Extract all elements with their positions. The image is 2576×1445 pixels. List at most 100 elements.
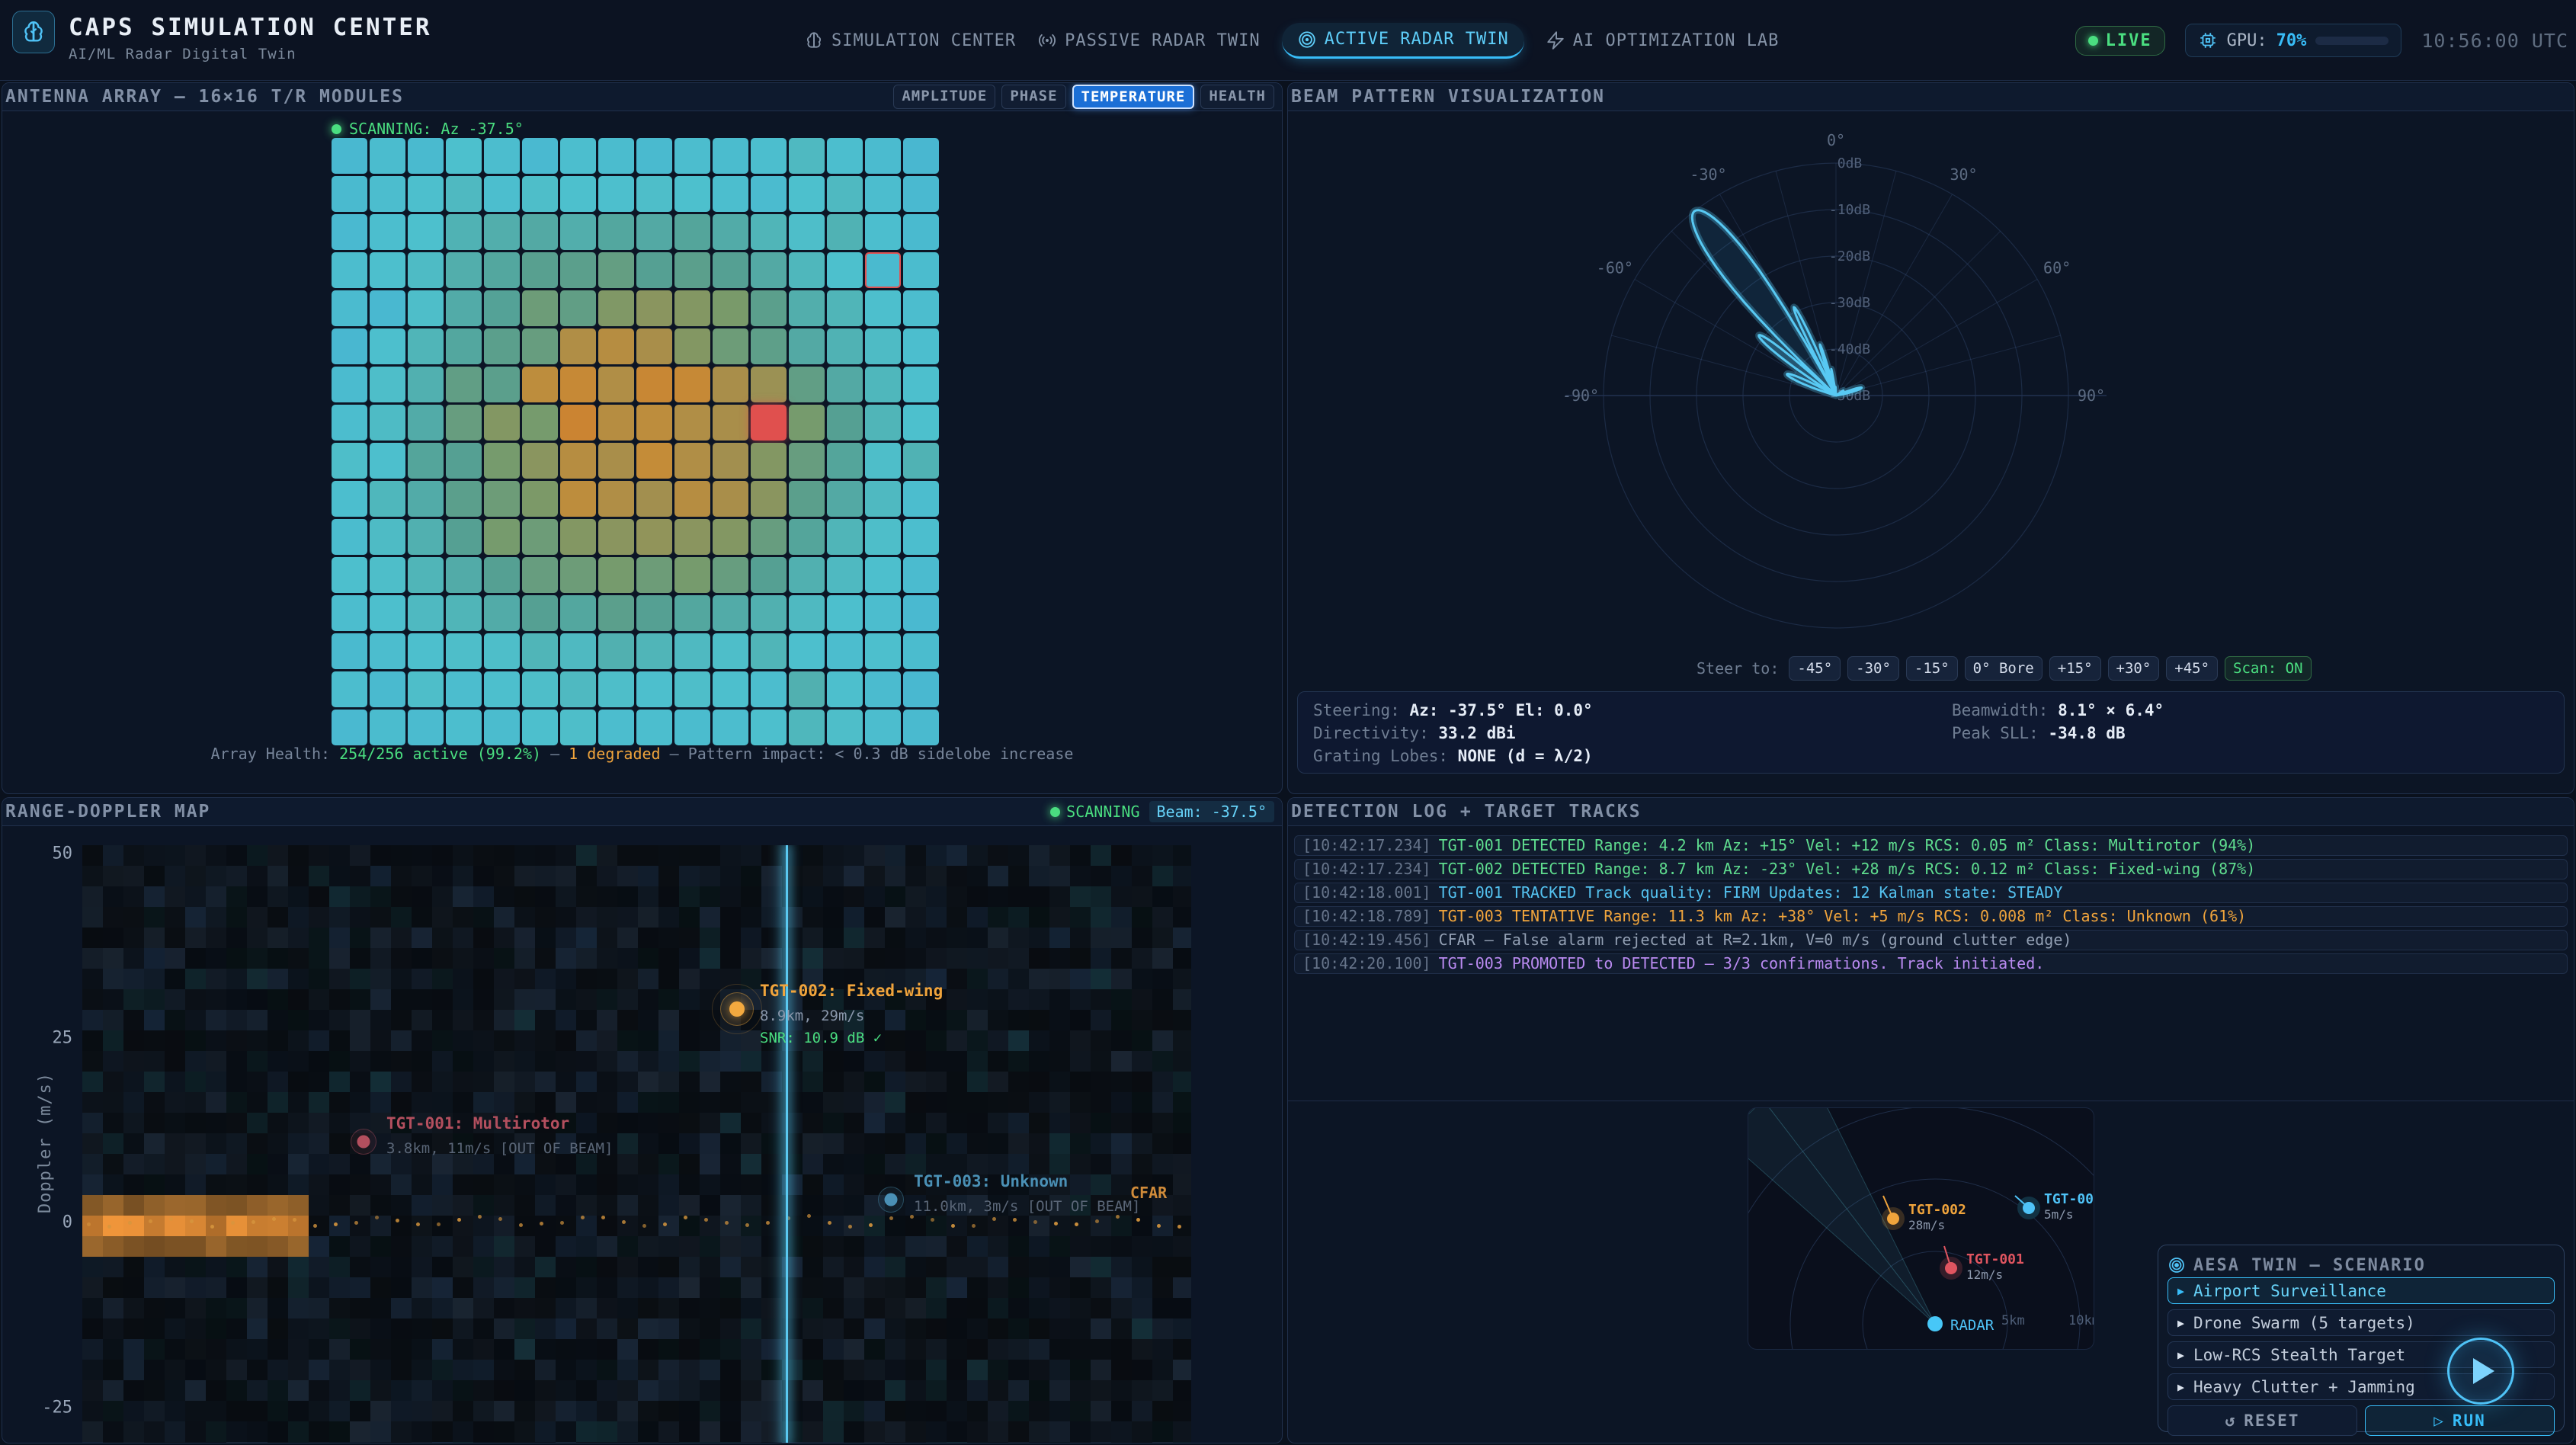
tr-module-cell [446,252,482,288]
rd-noise-cell [473,1401,494,1421]
rd-noise-cell [370,1401,391,1421]
cfar-threshold-dot [1013,1218,1017,1222]
brain-icon [804,30,824,50]
rd-noise-cell [1029,886,1049,907]
rd-noise-cell [617,928,638,948]
rd-noise-cell [1049,1010,1070,1030]
play-button[interactable] [2447,1338,2514,1405]
rd-noise-cell [226,1421,247,1442]
rd-noise-cell [576,1277,597,1298]
rd-noise-cell [1008,1133,1029,1154]
rd-noise-cell [123,1195,144,1216]
tr-module-cell [713,328,748,364]
rd-noise-cell [741,1072,761,1092]
tr-module-cell [484,290,520,326]
rd-noise-cell [1111,886,1132,907]
rd-noise-cell [1152,1298,1173,1318]
tr-module-cell [446,481,482,517]
rd-noise-cell [658,1133,679,1154]
rd-noise-cell [1111,1072,1132,1092]
cfar-threshold-dot [87,1222,91,1226]
rd-noise-cell [864,1360,885,1380]
tab-temperature[interactable]: TEMPERATURE [1072,85,1195,109]
scenario-item-airport-surveillance[interactable]: ▶Airport Surveillance [2167,1277,2555,1304]
tab-amplitude[interactable]: AMPLITUDE [893,85,995,109]
rd-noise-cell [123,1401,144,1421]
steer-button-0Bore[interactable]: 0° Bore [1965,656,2043,681]
rd-noise-cell [1152,1051,1173,1072]
rd-noise-cell [1029,1030,1049,1051]
tr-module-cell [903,519,939,555]
steer-button-15[interactable]: -15° [1906,656,1958,681]
tr-module-cell [713,633,748,669]
nav-item-passive-radar-twin[interactable]: PASSIVE RADAR TWIN [1037,30,1260,50]
steer-button-45[interactable]: -45° [1789,656,1841,681]
tab-phase[interactable]: PHASE [1001,85,1065,109]
steer-button-45[interactable]: +45° [2166,656,2218,681]
nav-item-active-radar-twin[interactable]: ACTIVE RADAR TWIN [1282,23,1524,59]
rd-noise-cell [597,1298,617,1318]
rd-noise-cell [700,886,720,907]
rd-noise-cell [494,1195,514,1216]
rd-noise-cell [329,1380,350,1401]
rd-noise-cell [412,1010,432,1030]
tr-module-cell [370,176,405,212]
rd-noise-cell [473,969,494,989]
rd-noise-cell [803,1174,823,1195]
rd-noise-cell [576,1298,597,1318]
tr-module-cell [674,710,710,745]
steer-button-15[interactable]: +15° [2049,656,2101,681]
steer-button-30[interactable]: -30° [1847,656,1899,681]
rd-noise-cell [967,1442,988,1443]
run-button[interactable]: ▷RUN [2365,1405,2555,1436]
rd-noise-cell [165,989,185,1010]
tr-module-cell [865,328,901,364]
rd-noise-cell [268,1401,288,1421]
tab-health[interactable]: HEALTH [1200,85,1274,109]
rd-noise-cell [947,1318,967,1339]
rd-noise-cell [1173,1339,1191,1360]
tr-module-cell [789,252,825,288]
rd-noise-cell [1008,1051,1029,1072]
rd-noise-cell [82,969,103,989]
tr-module-cell [560,671,596,707]
rd-noise-cell [1091,1051,1111,1072]
rd-noise-cell [844,948,864,969]
nav-item-ai-optimization-lab[interactable]: AI OPTIMIZATION LAB [1546,30,1780,50]
rd-noise-cell [1049,1401,1070,1421]
tr-module-cell [408,252,444,288]
rd-noise-cell [247,1010,268,1030]
rd-noise-cell [535,1174,556,1195]
steer-button-30[interactable]: +30° [2108,656,2160,681]
tr-module-cell [789,595,825,631]
reset-button[interactable]: ↺RESET [2167,1405,2357,1436]
rd-noise-cell [535,1277,556,1298]
rd-noise-cell [370,1216,391,1236]
radio-icon [1037,30,1057,50]
tr-module-cell [789,214,825,250]
rd-noise-cell [350,1195,370,1216]
scenario-item-drone-swarm-5-targets-[interactable]: ▶Drone Swarm (5 targets) [2167,1309,2555,1336]
tr-module-cell [598,443,634,479]
tr-module-cell [865,214,901,250]
tr-module-cell [827,633,863,669]
rd-noise-cell [576,1092,597,1113]
rd-noise-cell [309,1133,329,1154]
tr-module-cell [332,557,367,593]
rd-noise-cell [350,845,370,866]
target-snr: SNR: 10.9 dB ✓ [760,1030,943,1046]
tr-module-cell [484,328,520,364]
rd-noise-cell [988,1092,1008,1113]
rd-noise-cell [947,928,967,948]
scan-toggle[interactable]: Scan: ON [2225,656,2312,681]
rd-noise-cell [103,1010,123,1030]
detection-log-panel: DETECTION LOG + TARGET TRACKS [10:42:17.… [1287,797,2574,1443]
rd-noise-cell [864,1421,885,1442]
tr-module-cell [332,138,367,174]
rd-noise-cell [803,1380,823,1401]
nav-item-simulation-center[interactable]: SIMULATION CENTER [804,30,1016,50]
rd-noise-cell [185,886,206,907]
rd-noise-cell [453,1277,473,1298]
rd-noise-cell [1008,1421,1029,1442]
rd-noise-cell [1173,928,1191,948]
